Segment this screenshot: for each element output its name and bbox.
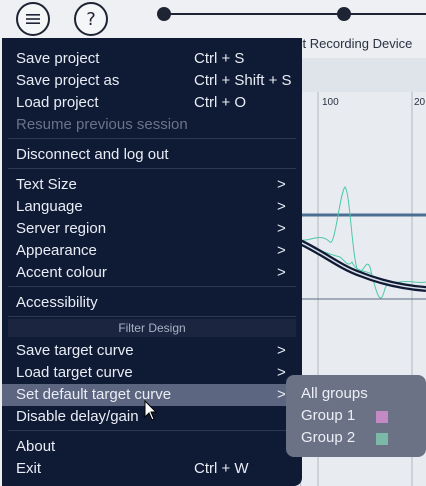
menu-item-save-project[interactable]: Save project Ctrl + S: [2, 48, 302, 70]
menu-item-text-size[interactable]: Text Size >: [2, 174, 302, 196]
menu-item-label: Server region: [16, 220, 107, 237]
menu-item-exit[interactable]: Exit Ctrl + W: [2, 458, 302, 480]
menu-separator: [8, 286, 296, 287]
help-icon: ?: [86, 8, 96, 30]
submenu-arrow-icon: >: [277, 242, 286, 259]
group-2-color-swatch: [376, 433, 388, 445]
target-curve-submenu: All groups Group 1 Group 2: [286, 375, 426, 457]
submenu-item-label: All groups: [301, 385, 368, 402]
menu-item-shortcut: Ctrl + S: [194, 50, 245, 67]
menu-item-label: Text Size: [16, 176, 77, 193]
menu-separator: [8, 316, 296, 317]
menu-item-load-project[interactable]: Load project Ctrl + O: [2, 92, 302, 114]
menu-item-shortcut: Ctrl + W: [194, 460, 249, 477]
menu-item-label: Load target curve: [16, 364, 133, 381]
menu-item-label: About: [16, 438, 56, 455]
menu-item-shortcut: Ctrl + Shift + S: [194, 72, 292, 89]
submenu-arrow-icon: >: [277, 176, 286, 193]
menu-item-label: Load project: [16, 94, 99, 111]
submenu-arrow-icon: >: [277, 386, 286, 403]
stepper-step-label: ct Recording Device: [296, 36, 413, 51]
menu-item-load-target-curve[interactable]: Load target curve >: [2, 362, 302, 384]
menu-item-label: Save target curve: [16, 342, 134, 359]
measurement-curve: [300, 186, 426, 299]
submenu-arrow-icon: >: [277, 342, 286, 359]
menu-item-label: Save project: [16, 50, 100, 67]
submenu-arrow-icon: >: [277, 198, 286, 215]
menu-item-save-target-curve[interactable]: Save target curve >: [2, 340, 302, 362]
hamburger-icon: [26, 14, 40, 24]
submenu-item-label: Group 2: [301, 429, 356, 446]
stepper-track: [163, 13, 426, 15]
menu-item-save-project-as[interactable]: Save project as Ctrl + Shift + S: [2, 70, 302, 92]
menu-separator: [8, 430, 296, 431]
menu-separator: [8, 168, 296, 169]
submenu-arrow-icon: >: [277, 220, 286, 237]
menu-item-label: Resume previous session: [16, 116, 188, 133]
menu-item-accessibility[interactable]: Accessibility: [2, 292, 302, 314]
menu-item-server-region[interactable]: Server region >: [2, 218, 302, 240]
menu-item-about[interactable]: About: [2, 436, 302, 458]
top-bar: ?: [0, 0, 426, 40]
menu-item-accent-colour[interactable]: Accent colour >: [2, 262, 302, 284]
submenu-item-all-groups[interactable]: All groups: [286, 383, 426, 405]
submenu-arrow-icon: >: [277, 264, 286, 281]
menu-item-disconnect[interactable]: Disconnect and log out: [2, 144, 302, 166]
menu-item-label: Disable delay/gain: [16, 408, 139, 425]
stepper-step-2[interactable]: [337, 7, 351, 21]
menu-button[interactable]: [16, 2, 50, 36]
help-button[interactable]: ?: [74, 2, 108, 36]
menu-item-label: Save project as: [16, 72, 120, 89]
menu-item-appearance[interactable]: Appearance >: [2, 240, 302, 262]
group-1-color-swatch: [376, 411, 388, 423]
stepper-step-1[interactable]: [157, 7, 171, 21]
menu-item-label: Exit: [16, 460, 42, 477]
submenu-item-group-2[interactable]: Group 2: [286, 427, 426, 449]
menu-item-language[interactable]: Language >: [2, 196, 302, 218]
menu-item-label: Language: [16, 198, 83, 215]
submenu-arrow-icon: >: [277, 364, 286, 381]
menu-item-shortcut: Ctrl + O: [194, 94, 247, 111]
menu-item-label: Appearance: [16, 242, 97, 259]
mouse-cursor-icon: [144, 400, 158, 421]
submenu-item-label: Group 1: [301, 407, 356, 424]
submenu-item-group-1[interactable]: Group 1: [286, 405, 426, 427]
menu-separator: [8, 138, 296, 139]
section-header-filter-design: Filter Design: [8, 319, 296, 337]
menu-item-resume-session: Resume previous session: [2, 114, 302, 136]
menu-item-label: Accent colour: [16, 264, 107, 281]
menu-item-label: Accessibility: [16, 294, 98, 311]
menu-item-label: Disconnect and log out: [16, 146, 169, 163]
